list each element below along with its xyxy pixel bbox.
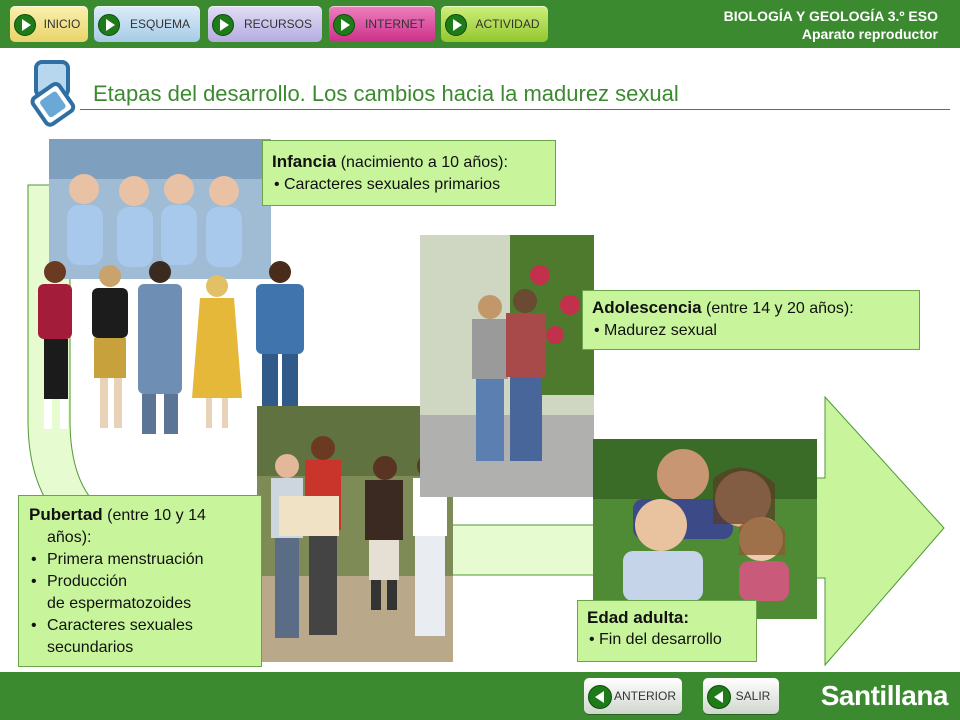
list-item: Producción [29,571,251,593]
stage-pubertad-list: Primera menstruación Producción de esper… [29,549,251,659]
stage-adulta-name: Edad adulta: [587,608,690,627]
stage-pubertad-heading: Pubertad (entre 10 y 14 [29,504,251,527]
list-item: Caracteres sexuales [29,615,251,637]
stage-adulta-list: Fin del desarrollo [587,629,747,651]
stage-infancia-list: Caracteres sexuales primarios [272,174,546,196]
list-item: Primera menstruación [29,549,251,571]
santillana-logo: Santillana [820,680,949,711]
stage-adolescencia-box: Adolescencia (entre 14 y 20 años): Madur… [582,290,920,350]
back-arrow-icon [707,685,731,709]
stage-infancia-box: Infancia (nacimiento a 10 años): Caracte… [262,140,556,206]
family-photo [593,439,817,619]
adolescents-photo [420,235,594,497]
stage-infancia-name: Infancia [272,152,337,171]
list-item-continuation: de espermatozoides [47,595,192,612]
exit-button[interactable]: SALIR [703,678,779,714]
stage-adolescencia-heading: Adolescencia (entre 14 y 20 años): [592,297,910,320]
stage-infancia-range: (nacimiento a 10 años): [336,154,508,171]
stage-adolescencia-name: Adolescencia [592,298,702,317]
stage-adulta-box: Edad adulta: Fin del desarrollo [577,600,757,662]
list-item: Fin del desarrollo [587,629,747,651]
list-item: Caracteres sexuales primarios [272,174,546,196]
stage-pubertad-range: (entre 10 y 14 [102,507,206,524]
bottom-navigation-bar: ANTERIOR SALIR Santillana [0,672,960,720]
exit-label: SALIR [735,689,771,703]
previous-button[interactable]: ANTERIOR [584,678,682,714]
stage-pubertad-name: Pubertad [29,505,103,524]
stage-pubertad-range-cont: años): [47,529,92,546]
stage-infancia-heading: Infancia (nacimiento a 10 años): [272,151,546,174]
stage-adolescencia-range: (entre 14 y 20 años): [701,300,854,317]
stage-adolescencia-list: Madurez sexual [592,320,910,342]
previous-label: ANTERIOR [613,689,676,703]
stage-pubertad-box: Pubertad (entre 10 y 14 años): Primera m… [18,495,262,667]
back-arrow-icon [588,685,612,709]
list-item-continuation: secundarios [47,639,134,656]
list-item: Madurez sexual [592,320,910,342]
